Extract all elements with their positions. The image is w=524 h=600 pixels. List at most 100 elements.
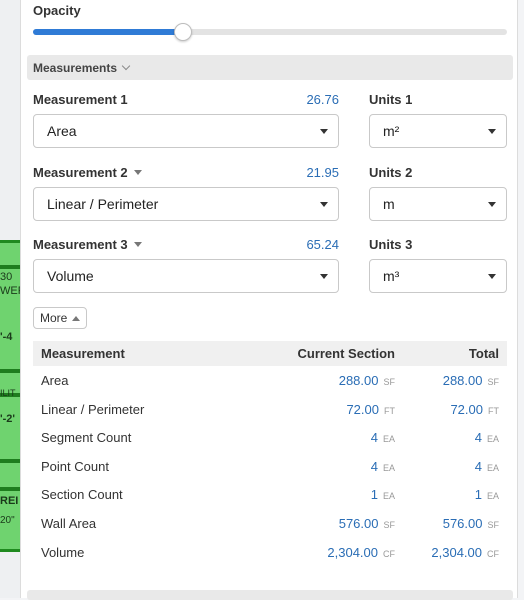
- units-2-select-value: m: [383, 196, 395, 212]
- measurement-1-value: 26.76: [306, 92, 339, 107]
- next-section-header[interactable]: [27, 590, 513, 600]
- current-unit: EA: [382, 434, 395, 445]
- caret-down-icon[interactable]: [133, 242, 142, 247]
- current-value: 288.00: [338, 373, 379, 388]
- row-name: Segment Count: [41, 430, 132, 446]
- measurement-3-label[interactable]: Measurement 3: [33, 237, 142, 252]
- total-amount: 1: [474, 487, 482, 503]
- measurement-3-select-value: Volume: [47, 268, 94, 284]
- current-value: 72.00: [346, 401, 379, 417]
- measurement-1-select[interactable]: Area: [33, 114, 339, 148]
- current-section-value: 576.00 SF: [339, 516, 395, 531]
- current-value: 4: [370, 458, 378, 474]
- current-section-value: 2,304.00 CF: [327, 545, 395, 560]
- opacity-slider-fill: [33, 29, 183, 35]
- table-header: Measurement Current Section Total: [33, 341, 507, 366]
- table-row: Section Count 1 EA 1 EA: [33, 480, 507, 509]
- total-value: 2,304.00 CF: [431, 545, 499, 560]
- plan-text: ILIT: [0, 388, 16, 398]
- column-header-measurement: Measurement: [41, 346, 125, 361]
- table-row: Linear / Perimeter 72.00 FT 72.00 FT: [33, 395, 507, 424]
- units-3-select[interactable]: m³: [369, 259, 507, 293]
- current-section-value: 1 EA: [371, 487, 395, 502]
- measurement-2-select[interactable]: Linear / Perimeter: [33, 187, 339, 221]
- current-value: 1: [370, 487, 378, 503]
- properties-panel: Opacity Measurements Measurement 1 26.76…: [20, 0, 518, 600]
- opacity-slider[interactable]: [33, 23, 507, 41]
- units-2-label: Units 2: [369, 165, 413, 180]
- measurement-1-select-value: Area: [47, 123, 77, 139]
- total-value: 288.00 SF: [443, 373, 499, 388]
- current-unit: CF: [383, 548, 395, 559]
- plan-text: 30: [0, 271, 13, 283]
- measurements-header: Measurements: [33, 60, 118, 75]
- units-1-select[interactable]: m²: [369, 114, 507, 148]
- current-section-value: 4 EA: [371, 459, 395, 474]
- measurements-section-toggle[interactable]: Measurements: [27, 55, 513, 80]
- current-value: 2,304.00: [327, 544, 378, 560]
- measurement-2-label[interactable]: Measurement 2: [33, 165, 142, 180]
- column-header-current-section: Current Section: [297, 346, 395, 361]
- total-amount: 72.00: [450, 401, 483, 417]
- total-unit: EA: [486, 434, 499, 445]
- dropdown-arrow-icon: [320, 274, 328, 279]
- opacity-slider-handle[interactable]: [174, 23, 193, 41]
- current-unit: FT: [384, 405, 395, 416]
- total-value: 576.00 SF: [443, 516, 499, 531]
- opacity-label: Opacity: [33, 3, 81, 18]
- table-body: Area 288.00 SF 288.00 SF Linear / Perimeter 72…: [33, 366, 507, 566]
- table-row: Segment Count 4 EA 4 EA: [33, 423, 507, 452]
- current-section-value: 4 EA: [371, 430, 395, 445]
- measurement-row-2: Measurement 2 21.95 Units 2 Linear / Per…: [33, 165, 507, 225]
- current-value: 4: [370, 430, 378, 446]
- row-name: Wall Area: [41, 515, 97, 531]
- current-unit: SF: [383, 377, 395, 387]
- current-unit: EA: [382, 462, 395, 473]
- units-1-select-value: m²: [383, 123, 400, 139]
- measurement-1-label-text: Measurement 1: [33, 92, 128, 107]
- plan-text: WEF: [0, 285, 20, 297]
- measurement-summary-table: Measurement Current Section Total Area 28…: [33, 341, 507, 566]
- column-header-total: Total: [468, 346, 499, 361]
- current-section-value: 72.00 FT: [346, 402, 395, 417]
- row-name: Volume: [41, 544, 85, 560]
- dropdown-arrow-icon: [488, 202, 496, 207]
- dropdown-arrow-icon: [320, 129, 328, 134]
- measurement-2-value: 21.95: [306, 165, 339, 180]
- table-row: Wall Area 576.00 SF 576.00 SF: [33, 509, 507, 538]
- measurement-3-select[interactable]: Volume: [33, 259, 339, 293]
- dropdown-arrow-icon: [488, 274, 496, 279]
- total-value: 4 EA: [475, 459, 499, 474]
- total-amount: 2,304.00: [431, 544, 482, 560]
- total-amount: 4: [474, 458, 482, 474]
- more-button[interactable]: More: [33, 307, 88, 329]
- table-row: Point Count 4 EA 4 EA: [33, 452, 507, 481]
- measurement-3-value: 65.24: [306, 237, 339, 252]
- plan-sheet-fragment: 30 WEF '-4 ILIT '-2' REI 20": [0, 240, 20, 552]
- row-name: Section Count: [41, 487, 123, 503]
- units-1-label: Units 1: [369, 92, 413, 107]
- measurement-row-3: Measurement 3 65.24 Units 3 Volume m³: [33, 237, 507, 297]
- measurement-2-label-text: Measurement 2: [33, 165, 128, 180]
- dropdown-arrow-icon: [320, 202, 328, 207]
- units-3-select-value: m³: [383, 268, 400, 284]
- table-row: Volume 2,304.00 CF 2,304.00 CF: [33, 538, 507, 567]
- total-amount: 288.00: [442, 373, 483, 388]
- total-unit: EA: [486, 491, 499, 502]
- current-value: 576.00: [338, 515, 379, 531]
- plan-text: 20": [0, 515, 15, 526]
- current-unit: SF: [383, 519, 395, 530]
- total-unit: CF: [487, 548, 499, 559]
- total-amount: 4: [474, 430, 482, 446]
- units-2-select[interactable]: m: [369, 187, 507, 221]
- total-value: 1 EA: [475, 487, 499, 502]
- caret-down-icon[interactable]: [133, 170, 142, 175]
- plan-text: '-4: [0, 331, 13, 343]
- row-name: Linear / Perimeter: [41, 401, 145, 417]
- plan-text: REI: [0, 495, 19, 507]
- total-value: 72.00 FT: [450, 402, 499, 417]
- current-section-value: 288.00 SF: [339, 373, 395, 388]
- units-3-label: Units 3: [369, 237, 413, 252]
- current-unit: EA: [382, 491, 395, 502]
- measurement-3-label-text: Measurement 3: [33, 237, 128, 252]
